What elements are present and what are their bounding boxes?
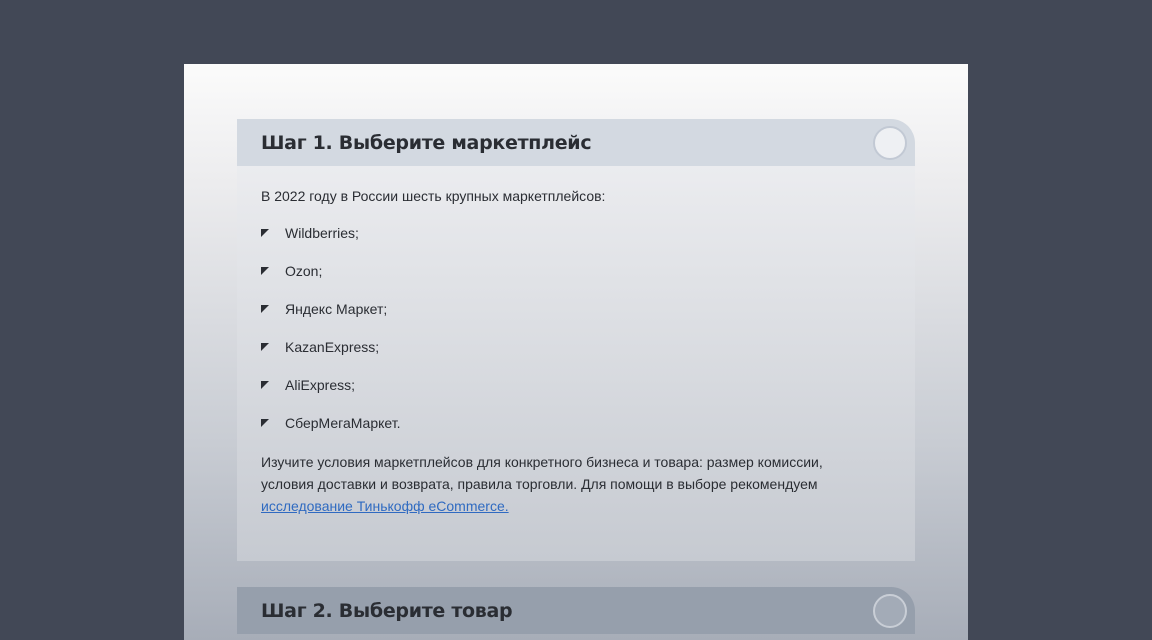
step-1-accordion: Шаг 1. Выберите маркетплейс В 2022 году … — [237, 119, 915, 561]
step-1-outro: Изучите условия маркетплейсов для конкре… — [261, 451, 851, 517]
list-item: Wildberries; — [261, 223, 891, 243]
research-link[interactable]: исследование Тинькофф eCommerce. — [261, 498, 509, 514]
step-1-title: Шаг 1. Выберите маркетплейс — [261, 131, 592, 154]
list-item: Яндекс Маркет; — [261, 299, 891, 319]
step-1-intro: В 2022 году в России шесть крупных марке… — [261, 188, 606, 204]
circle-toggle-icon[interactable] — [873, 594, 907, 628]
list-item-label: Яндекс Маркет; — [285, 301, 388, 317]
step-2-accordion: Шаг 2. Выберите товар — [237, 587, 915, 634]
step-1-header[interactable]: Шаг 1. Выберите маркетплейс — [237, 119, 915, 166]
content-page: Шаг 1. Выберите маркетплейс В 2022 году … — [184, 64, 968, 640]
list-item-label: Ozon; — [285, 263, 323, 279]
list-item: AliExpress; — [261, 375, 891, 395]
corner-triangle-icon — [261, 267, 269, 275]
list-item-label: Wildberries; — [285, 225, 359, 241]
step-2-title: Шаг 2. Выберите товар — [261, 599, 513, 622]
step-2-header[interactable]: Шаг 2. Выберите товар — [237, 587, 915, 634]
list-item-label: AliExpress; — [285, 377, 356, 393]
step-1-outro-text: Изучите условия маркетплейсов для конкре… — [261, 454, 823, 492]
step-1-body: В 2022 году в России шесть крупных марке… — [237, 166, 915, 561]
corner-triangle-icon — [261, 343, 269, 351]
list-item-label: KazanExpress; — [285, 339, 380, 355]
marketplace-list: Wildberries; Ozon; Яндекс Маркет; KazanE… — [261, 223, 891, 433]
corner-triangle-icon — [261, 419, 269, 427]
corner-triangle-icon — [261, 305, 269, 313]
list-item: KazanExpress; — [261, 337, 891, 357]
circle-toggle-icon[interactable] — [873, 126, 907, 160]
corner-triangle-icon — [261, 229, 269, 237]
list-item: Ozon; — [261, 261, 891, 281]
list-item: СберМегаМаркет. — [261, 413, 891, 433]
corner-triangle-icon — [261, 381, 269, 389]
list-item-label: СберМегаМаркет. — [285, 415, 401, 431]
